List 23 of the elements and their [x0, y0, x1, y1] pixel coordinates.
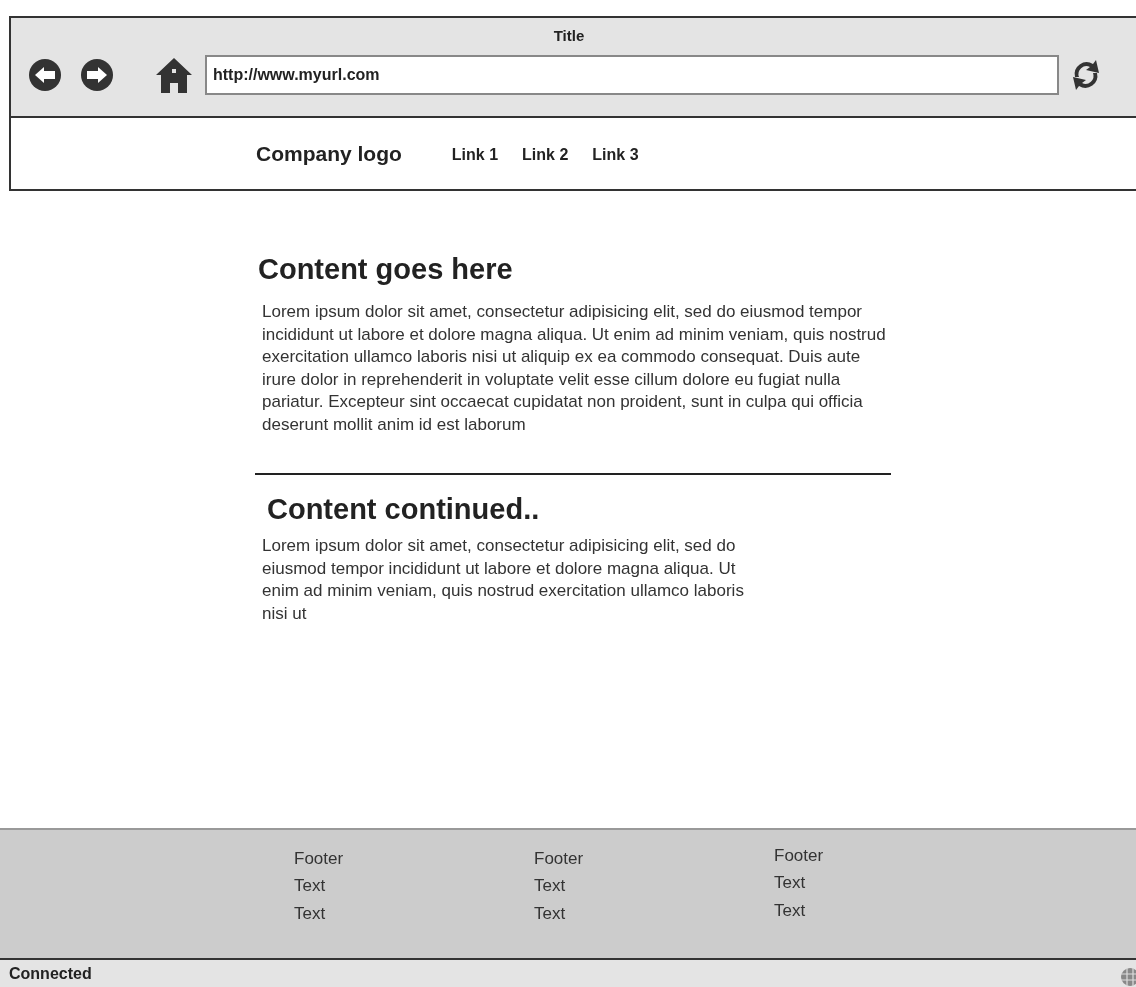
footer-text: Text	[534, 875, 567, 897]
forward-icon[interactable]	[81, 59, 113, 91]
footer-text: Text	[774, 900, 807, 922]
company-logo: Company logo	[256, 141, 402, 166]
footer-text: Text	[294, 903, 327, 925]
footer-text: Footer	[294, 848, 345, 870]
nav-link[interactable]: Link 1	[451, 145, 499, 164]
paragraph: Lorem ipsum dolor sit amet, consectetur adipisicing elit, sed do eiusmod tempor incididunt ut labore et dolore magna aliqua. Ut enim ad minim veniam, quis nostrud exercitation ullamco laboris nisi ut	[262, 535, 745, 625]
footer-text: Footer	[534, 848, 585, 870]
footer-text: Footer	[774, 845, 825, 867]
paragraph: Lorem ipsum dolor sit amet, consectetur adipisicing elit, sed do eiusmod tempor incididunt ut labore et dolore magna aliqua. Ut enim ad minim veniam, quis nostrud exercitation ullamco laboris nisi ut aliquip ex ea commodo consequat. Duis aute irure dolor in reprehenderit in voluptate velit esse cillum dolore eu fugiat nulla pariatur. Excepteur sint occaecat cupidatat non proident, sunt in culpa qui officia deserunt mollit anim id est laborum	[262, 301, 887, 436]
address-field[interactable]: http://www.myurl.com	[205, 55, 1059, 95]
section-heading: Content goes here	[258, 252, 514, 287]
footer-text: Text	[294, 875, 327, 897]
window-title: Title	[552, 26, 586, 43]
back-icon[interactable]	[29, 59, 61, 91]
section-heading: Content continued..	[267, 492, 541, 527]
status-text: Connected	[9, 964, 92, 983]
home-icon[interactable]	[155, 57, 193, 93]
footer-text: Text	[534, 903, 567, 925]
footer-text: Text	[774, 872, 807, 894]
nav-link[interactable]: Link 3	[592, 145, 639, 164]
nav-link[interactable]: Link 2	[522, 145, 569, 164]
